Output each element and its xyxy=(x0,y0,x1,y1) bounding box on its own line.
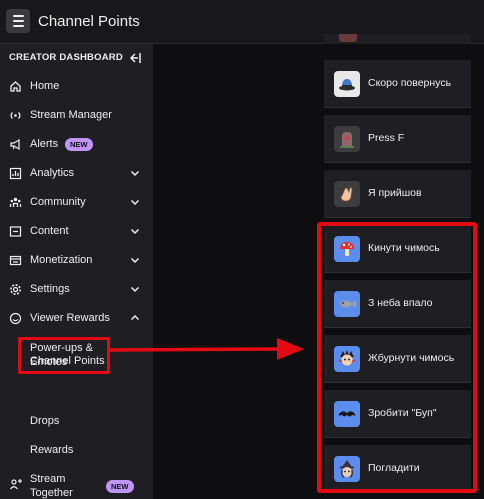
sidebar-item-analytics[interactable]: Analytics xyxy=(0,159,153,187)
sidebar-item-label: Community xyxy=(30,196,86,208)
highlight-box-rewards xyxy=(317,222,477,493)
sidebar-subitem-label: Drops xyxy=(30,415,60,427)
analytics-icon xyxy=(9,167,22,179)
sidebar-item-label: Analytics xyxy=(30,167,75,179)
chevron-up-icon[interactable] xyxy=(129,312,141,324)
sidebar: CREATOR DASHBOARD Home Stream Manager Al… xyxy=(0,44,153,499)
sidebar-item-settings[interactable]: Settings xyxy=(0,275,153,303)
chevron-down-icon[interactable] xyxy=(129,254,141,266)
chevron-down-icon[interactable] xyxy=(129,167,141,179)
sidebar-item-stream-together[interactable]: Stream Together NEW xyxy=(0,470,153,499)
sidebar-item-label: Content xyxy=(30,225,69,237)
home-icon xyxy=(10,80,21,92)
broadcast-icon xyxy=(10,111,21,119)
megaphone-icon xyxy=(10,138,20,150)
sidebar-item-viewer-rewards[interactable]: Viewer Rewards xyxy=(0,304,153,332)
gravestone-icon xyxy=(334,126,360,152)
gear-icon xyxy=(10,283,21,295)
sidebar-item-alerts[interactable]: Alerts NEW xyxy=(0,130,153,158)
sidebar-item-content[interactable]: Content xyxy=(0,217,153,245)
chevron-down-icon[interactable] xyxy=(129,196,141,208)
page-title: Channel Points xyxy=(38,13,140,30)
reward-card-partial xyxy=(324,34,471,44)
red-arrow-icon xyxy=(110,338,304,360)
sidebar-subitem-drops[interactable]: Drops xyxy=(0,406,153,434)
hat-icon xyxy=(334,71,360,97)
sidebar-item-home[interactable]: Home xyxy=(0,72,153,100)
sidebar-item-label-line2: Together xyxy=(30,487,73,499)
highlight-box-sidebar xyxy=(18,337,110,374)
sidebar-item-label: Monetization xyxy=(30,254,93,266)
chevron-down-icon[interactable] xyxy=(129,283,141,295)
hamburger-menu-icon[interactable] xyxy=(6,9,30,33)
sidebar-item-label: Alerts xyxy=(30,138,59,150)
sidebar-item-label: Stream Manager xyxy=(30,109,112,121)
community-icon xyxy=(9,197,22,207)
sidebar-subitem-label: Rewards xyxy=(30,444,74,456)
sidebar-item-label: Settings xyxy=(30,283,70,295)
sidebar-item-monetization[interactable]: Monetization xyxy=(0,246,153,274)
reward-card[interactable]: Я прийшов xyxy=(324,170,471,218)
sidebar-item-label-line1: Stream xyxy=(30,473,66,485)
content-icon xyxy=(9,225,22,237)
wave-hand-icon xyxy=(334,181,360,207)
sidebar-item-stream-manager[interactable]: Stream Manager xyxy=(0,101,153,129)
monetization-icon xyxy=(9,255,22,265)
new-badge: NEW xyxy=(106,480,134,493)
reward-label: Я прийшов xyxy=(368,187,422,199)
reward-card[interactable]: Скоро повернусь xyxy=(324,60,471,108)
sidebar-item-community[interactable]: Community xyxy=(0,188,153,216)
sidebar-item-label: Home xyxy=(30,80,60,92)
sidebar-section-title: CREATOR DASHBOARD xyxy=(9,52,123,63)
sidebar-item-label: Viewer Rewards xyxy=(30,312,110,324)
collapse-sidebar-icon[interactable] xyxy=(128,51,142,65)
smiley-icon xyxy=(9,312,22,324)
reward-card[interactable]: Press F xyxy=(324,115,471,163)
reward-label: Скоро повернусь xyxy=(368,77,452,89)
reward-icon-partial xyxy=(339,34,357,42)
sidebar-subitem-rewards[interactable]: Rewards xyxy=(0,435,153,463)
chevron-down-icon[interactable] xyxy=(129,225,141,237)
new-badge: NEW xyxy=(65,138,93,151)
reward-label: Press F xyxy=(368,132,405,144)
add-person-icon xyxy=(10,479,22,490)
